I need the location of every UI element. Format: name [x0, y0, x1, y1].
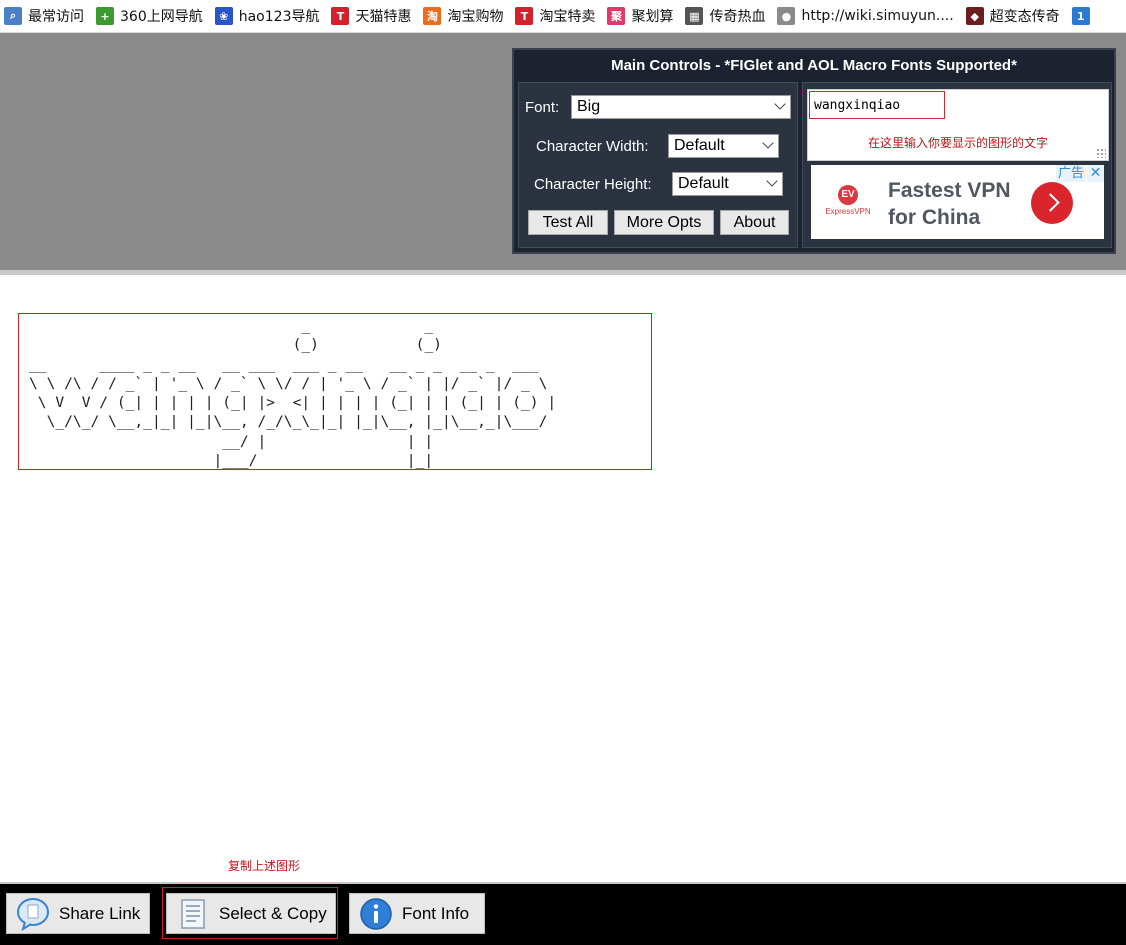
ascii-art: _ _ (_) (_) __ ____ _ _ __ __ ___ ___ _ … — [29, 317, 557, 470]
speech-bubble-icon — [17, 897, 49, 931]
bookmark-label: 超变态传奇 — [989, 9, 1060, 25]
bookmark-item[interactable]: 1 — [1068, 0, 1104, 32]
bottom-toolbar: Share Link Select & Copy Font Info — [0, 882, 1126, 945]
search-page-icon: ⌕ — [4, 7, 22, 25]
close-icon[interactable]: ✕ — [1087, 165, 1104, 182]
chevron-down-icon — [766, 175, 778, 187]
bookmark-label: 淘宝特卖 — [539, 9, 596, 25]
bookmark-item[interactable]: ● http://wiki.simuyun.... — [773, 0, 961, 32]
bookmark-item[interactable]: 淘淘宝购物 — [419, 0, 511, 32]
chevron-right-icon[interactable] — [1031, 182, 1073, 224]
ad-banner[interactable]: EV ExpressVPN Fastest VPN for China 广告 ✕ — [811, 165, 1104, 239]
resize-grip-icon[interactable] — [1096, 148, 1106, 158]
character-width-label: Character Width: — [536, 138, 649, 155]
ad-logo-mark: EV — [838, 185, 858, 205]
bookmark-label: 最常访问 — [28, 9, 84, 25]
info-icon — [360, 897, 392, 930]
juhuasuan-icon: 聚 — [607, 7, 626, 25]
bookmark-item[interactable]: ⌕ 最常访问 — [0, 0, 92, 32]
select-copy-highlight — [162, 887, 338, 939]
font-info-button[interactable]: Font Info — [349, 893, 485, 934]
bookmark-label: http://wiki.simuyun.... — [801, 8, 954, 24]
bookmarks-bar: ⌕ 最常访问 +360上网导航 ❀ hao123导航 T 天猫特惠淘淘宝购物 T 淘宝特卖聚聚划… — [0, 0, 1126, 33]
bookmark-item[interactable]: T 天猫特惠 — [327, 0, 419, 32]
input-hint: 在这里输入你要显示的图形的文字 — [867, 136, 1048, 150]
copy-hint: 复制上述图形 — [228, 859, 301, 873]
taobao-icon: 淘 — [423, 7, 442, 25]
character-height-label: Character Height: — [534, 176, 652, 193]
text-entry-area[interactable]: 在这里输入你要显示的图形的文字 — [807, 89, 1109, 161]
more-opts-button[interactable]: More Opts — [614, 210, 714, 235]
bookmark-label: 传奇热血 — [709, 9, 766, 25]
text-input[interactable] — [809, 91, 945, 119]
ad-headline: Fastest VPN for China — [888, 179, 1011, 229]
bookmark-item[interactable]: 聚聚划算 — [603, 0, 681, 32]
font-label: Font: — [525, 99, 560, 116]
bookmark-item[interactable]: T 淘宝特卖 — [511, 0, 603, 32]
character-width-value: Default — [674, 137, 725, 154]
bookmark-item[interactable]: +360上网导航 — [92, 0, 211, 32]
bookmark-label: hao123导航 — [238, 9, 320, 25]
calendar-icon: 1 — [1071, 7, 1090, 25]
font-info-label: Font Info — [402, 903, 470, 923]
character-width-select[interactable]: Default — [668, 134, 779, 158]
bookmark-item[interactable]: ◆ 超变态传奇 — [962, 0, 1068, 32]
bookmark-label: 淘宝购物 — [447, 9, 504, 25]
character-height-value: Default — [678, 175, 729, 192]
controls-title: Main Controls - *FIGlet and AOL Macro Fo… — [611, 57, 1017, 74]
ad-label: 广告 — [1055, 165, 1086, 182]
bookmark-item[interactable]: ▦ 传奇热血 — [681, 0, 773, 32]
controls-options-pane: Font: Big Character Width: Default Chara… — [518, 82, 798, 248]
font-select-value: Big — [577, 98, 601, 115]
font-select[interactable]: Big — [571, 95, 791, 119]
share-link-button[interactable]: Share Link — [6, 893, 150, 934]
chevron-down-icon — [762, 137, 774, 149]
360-plus-icon: + — [96, 7, 114, 25]
about-button[interactable]: About — [720, 210, 789, 235]
bookmark-item[interactable]: ❀ hao123导航 — [211, 0, 328, 32]
ascii-output-box: _ _ (_) (_) __ ____ _ _ __ __ ___ ___ _ … — [18, 313, 652, 470]
bookmark-label: 360上网导航 — [120, 9, 203, 25]
game-icon: ▦ — [685, 7, 704, 25]
globe-icon: ● — [777, 7, 796, 25]
header-divider — [0, 270, 1126, 275]
character-height-select[interactable]: Default — [672, 172, 783, 196]
chevron-down-icon — [774, 98, 786, 110]
ad-logo-text: ExpressVPN — [825, 207, 871, 216]
game-shield-icon: ◆ — [965, 7, 984, 25]
test-all-button[interactable]: Test All — [528, 210, 608, 235]
text-entry-pane: 在这里输入你要显示的图形的文字 EV ExpressVPN Fastest VP… — [802, 82, 1112, 248]
paw-icon: ❀ — [214, 7, 233, 25]
tmall-icon: T — [331, 7, 350, 25]
bookmark-label: 天猫特惠 — [355, 9, 412, 25]
main-controls-panel: Main Controls - *FIGlet and AOL Macro Fo… — [512, 48, 1116, 254]
tmall-icon: T — [515, 7, 534, 25]
bookmark-label: 聚划算 — [631, 9, 674, 25]
expressvpn-logo: EV ExpressVPN — [823, 185, 873, 225]
share-link-label: Share Link — [59, 903, 141, 923]
